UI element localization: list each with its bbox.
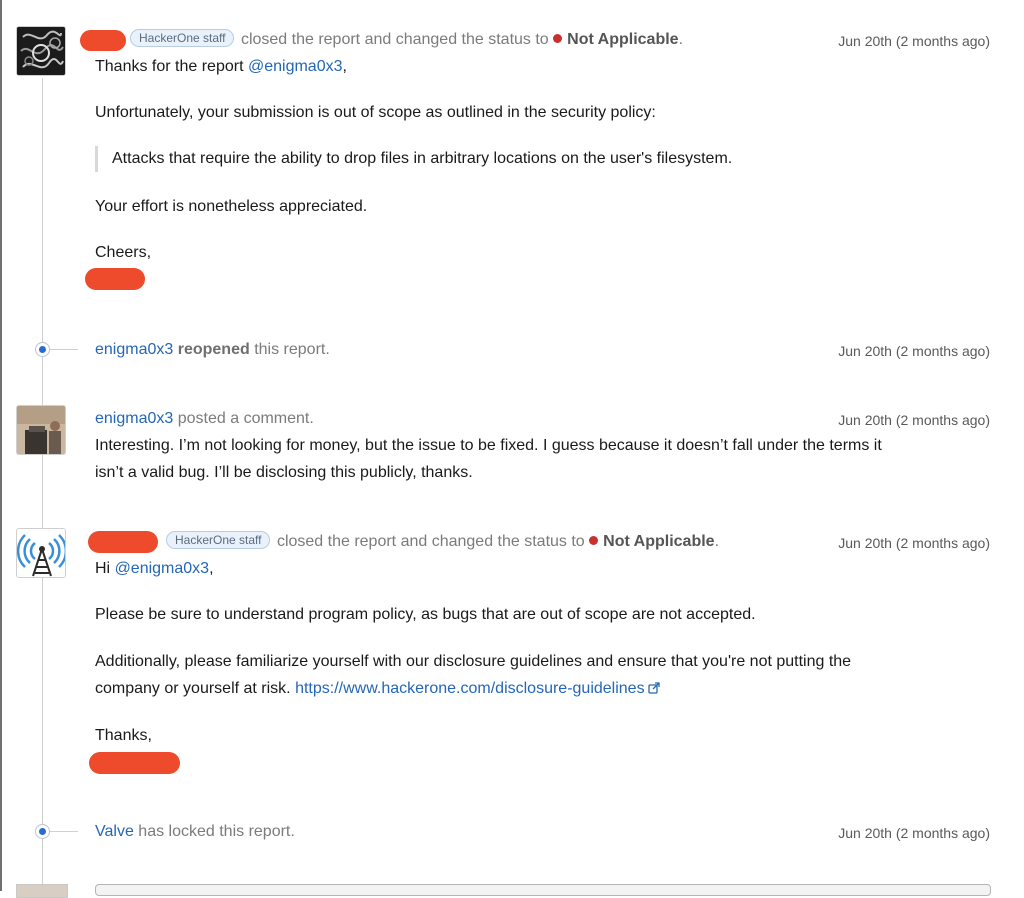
timestamp[interactable]: Jun 20th (2 months ago)	[838, 532, 990, 554]
event1-text: enigma0x3 reopened this report.	[95, 339, 330, 361]
comment2-line2: isn’t a valid bug. I’ll be disclosing th…	[95, 464, 473, 481]
action-text: posted a comment.	[177, 410, 314, 427]
comment3-paragraph2-line2: company or yourself at risk. https://www…	[95, 678, 660, 700]
timeline-connector	[50, 831, 78, 832]
external-link-icon[interactable]	[647, 682, 660, 694]
comment3-paragraph: Please be sure to understand program pol…	[95, 606, 756, 623]
greeting-text: Thanks for the report	[95, 58, 244, 75]
event-verb: reopened	[177, 341, 250, 358]
left-border	[0, 0, 2, 891]
greeting-suffix: ,	[342, 58, 347, 75]
greeting-text: Hi	[95, 560, 111, 577]
action-text: closed the report and changed the status…	[240, 31, 549, 48]
status-dot-icon	[589, 536, 599, 545]
paragraph-text: company or yourself at risk.	[95, 680, 291, 697]
user-mention-link[interactable]: @enigma0x3	[248, 58, 343, 75]
policy-blockquote: Attacks that require the ability to drop…	[95, 146, 732, 172]
timestamp[interactable]: Jun 20th (2 months ago)	[838, 409, 990, 431]
comment1-paragraph2: Your effort is nonetheless appreciated.	[95, 198, 368, 215]
comment3-signoff: Thanks,	[95, 727, 152, 744]
staff-badge: HackerOne staff	[130, 29, 235, 47]
user-mention-link[interactable]: @enigma0x3	[115, 560, 210, 577]
author-link[interactable]: enigma0x3	[95, 410, 173, 427]
status-dot-icon	[553, 34, 563, 43]
redacted-username	[88, 531, 158, 553]
next-avatar	[16, 884, 68, 898]
comment3-paragraph2-line1: Additionally, please familiarize yoursel…	[95, 653, 852, 670]
comment3-greeting: Hi @enigma0x3,	[95, 558, 214, 580]
comment1-header: HackerOne staff closed the report and ch…	[130, 29, 683, 51]
comment1-paragraph: Unfortunately, your submission is out of…	[95, 104, 656, 121]
timestamp[interactable]: Jun 20th (2 months ago)	[838, 340, 990, 362]
disclosure-guidelines-link[interactable]: https://www.hackerone.com/disclosure-gui…	[295, 680, 645, 697]
comment1-greeting: Thanks for the report @enigma0x3,	[95, 56, 347, 78]
event-rest: this report.	[254, 341, 330, 358]
greeting-suffix: ,	[209, 560, 214, 577]
timeline-line	[42, 78, 43, 891]
radio-tower-avatar-icon[interactable]	[16, 528, 66, 578]
timeline-connector	[50, 349, 78, 350]
status-suffix: .	[678, 31, 684, 48]
event-rest: has locked this report.	[138, 823, 295, 840]
comment2-header: enigma0x3 posted a comment.	[95, 408, 314, 430]
timeline-event-dot-icon	[35, 342, 50, 357]
timestamp[interactable]: Jun 20th (2 months ago)	[838, 822, 990, 844]
action-text: closed the report and changed the status…	[276, 533, 585, 550]
redacted-signature	[85, 268, 145, 290]
timestamp[interactable]: Jun 20th (2 months ago)	[838, 30, 990, 52]
redacted-signature	[89, 752, 180, 774]
comment1-signoff: Cheers,	[95, 244, 152, 261]
comment2-line1: Interesting. I’m not looking for money, …	[95, 437, 882, 454]
actor-link[interactable]: enigma0x3	[95, 341, 173, 358]
status-label: Not Applicable	[603, 533, 715, 550]
redacted-username	[80, 30, 126, 51]
comment3-header: HackerOne staff closed the report and ch…	[166, 531, 719, 553]
status-label: Not Applicable	[567, 31, 679, 48]
staff-badge: HackerOne staff	[166, 531, 271, 549]
dark-pattern-avatar-icon[interactable]	[16, 26, 66, 76]
status-suffix: .	[714, 533, 720, 550]
actor-link[interactable]: Valve	[95, 823, 134, 840]
timeline-event-dot-icon	[35, 824, 50, 839]
user-photo-avatar-icon[interactable]	[16, 405, 66, 455]
comment-composer[interactable]	[95, 884, 991, 896]
event2-text: Valve has locked this report.	[95, 821, 295, 843]
